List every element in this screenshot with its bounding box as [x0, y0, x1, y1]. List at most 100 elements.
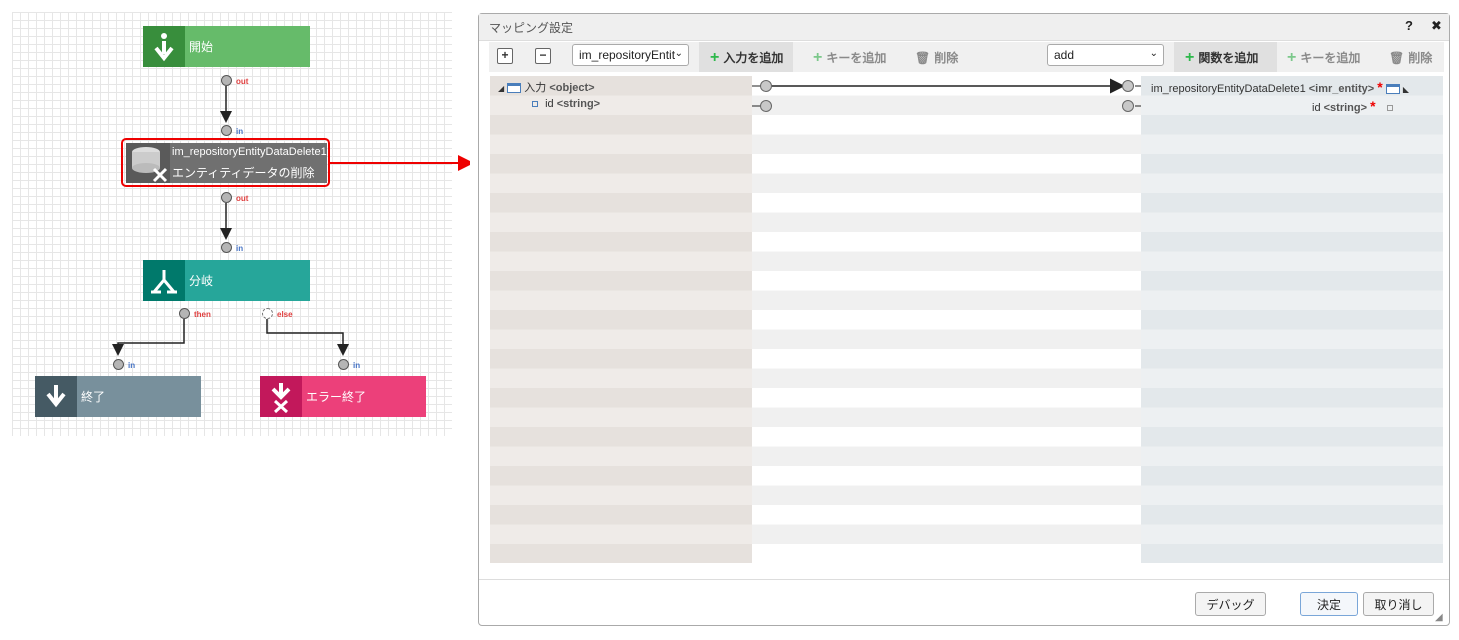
delete-in-port[interactable] — [221, 125, 232, 136]
delete-out-label: out — [236, 194, 249, 203]
chevron-down-icon: ⌄ — [1149, 48, 1158, 59]
output-tree-row-id[interactable]: id <string> * — [1312, 98, 1393, 114]
input-id-type: <string> — [556, 98, 601, 110]
ok-button[interactable]: 決定 — [1300, 592, 1358, 616]
dialog-titlebar[interactable]: マッピング設定 ? ✖ — [479, 14, 1449, 41]
chevron-down-icon: ⌄ — [674, 48, 683, 59]
resize-grip-icon[interactable]: ◢ — [1435, 612, 1443, 623]
required-mark: * — [1370, 98, 1376, 114]
start-out-label: out — [236, 77, 249, 86]
branch-in-label: in — [236, 244, 244, 253]
branch-else-port[interactable] — [262, 308, 273, 319]
plus-icon: + — [1185, 48, 1195, 66]
object-icon — [507, 83, 522, 94]
output-root-name: im_repositoryEntityDataDelete1 — [1151, 83, 1306, 95]
cancel-button[interactable]: 取り消し — [1363, 592, 1434, 616]
help-button[interactable]: ? — [1405, 18, 1413, 33]
debug-button[interactable]: デバッグ — [1195, 592, 1266, 616]
input-root-name: 入力 — [524, 82, 547, 94]
then-label: then — [194, 310, 211, 319]
end-node[interactable]: 終了 — [35, 376, 201, 417]
error-end-label: エラー終了 — [306, 390, 367, 404]
close-button[interactable]: ✖ — [1431, 18, 1442, 34]
output-id-name: id — [1312, 102, 1321, 114]
error-in-port[interactable] — [338, 359, 349, 370]
end-in-port[interactable] — [113, 359, 124, 370]
plus-icon: + — [1287, 48, 1297, 66]
start-out-port[interactable] — [221, 75, 232, 86]
output-root-type: <imr_entity> — [1308, 83, 1375, 95]
input-root-type: <object> — [549, 82, 595, 94]
input-tree-row-id[interactable]: id <string> — [532, 98, 600, 110]
branch-in-port[interactable] — [221, 242, 232, 253]
trash-icon: 🗑 — [1389, 50, 1405, 65]
mapping-dialog: マッピング設定 ? ✖ + − im_repositoryEntit ⌄ + 入… — [478, 13, 1450, 626]
input-tree-row-root[interactable]: ◢ 入力 <object> — [498, 79, 595, 95]
add-function-label: 関数を追加 — [1198, 51, 1259, 65]
add-key-right-button[interactable]: + キーを追加 — [1287, 49, 1360, 66]
plus-icon: + — [813, 48, 823, 66]
error-end-node[interactable]: エラー終了 — [260, 376, 426, 417]
delete-node[interactable]: im_repositoryEntityDataDelete1 エンティティデータ… — [126, 143, 327, 183]
output-id-type: <string> — [1323, 102, 1368, 114]
input-select-value: im_repositoryEntit — [579, 48, 676, 62]
mapping-grid: ◢ 入力 <object> id <string> im_repositoryE… — [490, 76, 1443, 563]
delete-left-label: 削除 — [934, 51, 959, 65]
end-label: 終了 — [81, 390, 106, 404]
trash-icon: 🗑 — [915, 50, 931, 65]
collapse-all-button[interactable]: − — [535, 48, 551, 64]
string-icon — [532, 101, 538, 108]
object-icon — [1385, 84, 1400, 95]
branch-label: 分岐 — [189, 274, 214, 288]
input-select[interactable]: im_repositoryEntit ⌄ — [572, 44, 689, 66]
add-key-left-button[interactable]: + キーを追加 — [813, 49, 886, 66]
tree-expand-icon[interactable]: ◢ — [498, 84, 504, 93]
branch-node[interactable]: 分岐 — [143, 260, 310, 301]
add-input-button[interactable]: + 入力を追加 — [710, 49, 783, 66]
delete-node-title: im_repositoryEntityDataDelete1 — [172, 146, 327, 158]
database-delete-icon — [126, 143, 170, 183]
start-node[interactable]: 開始 — [143, 26, 310, 67]
delete-in-label: in — [236, 127, 244, 136]
start-icon — [143, 26, 185, 67]
delete-left-button[interactable]: 🗑 削除 — [915, 49, 958, 66]
delete-right-button[interactable]: 🗑 削除 — [1389, 49, 1432, 66]
expand-all-button[interactable]: + — [497, 48, 513, 64]
else-label: else — [277, 310, 293, 319]
add-key-right-label: キーを追加 — [1300, 51, 1361, 65]
start-label: 開始 — [189, 40, 214, 54]
plus-icon: + — [710, 48, 720, 66]
input-id-name: id — [545, 98, 554, 110]
add-function-button[interactable]: + 関数を追加 — [1185, 49, 1258, 66]
delete-out-port[interactable] — [221, 192, 232, 203]
output-tree-row-root[interactable]: im_repositoryEntityDataDelete1 <imr_enti… — [1151, 79, 1409, 95]
string-icon — [1386, 105, 1393, 112]
dialog-footer: デバッグ 決定 取り消し ◢ — [479, 579, 1449, 625]
end-in-label: in — [128, 361, 136, 370]
output-id-port[interactable] — [1122, 100, 1134, 112]
input-tree-panel — [490, 76, 752, 563]
error-end-icon — [260, 376, 302, 417]
input-root-port[interactable] — [760, 80, 772, 92]
branch-then-port[interactable] — [179, 308, 190, 319]
mapping-line-svg — [752, 78, 1141, 107]
end-icon — [35, 376, 77, 417]
error-in-label: in — [353, 361, 361, 370]
dialog-title: マッピング設定 — [489, 21, 574, 35]
connector-else-error — [266, 319, 349, 356]
branch-icon — [143, 260, 185, 301]
input-id-port[interactable] — [760, 100, 772, 112]
required-mark: * — [1377, 79, 1383, 95]
tree-collapse-icon[interactable]: ◣ — [1403, 85, 1409, 94]
output-tree-panel — [1141, 76, 1443, 563]
output-root-port[interactable] — [1122, 80, 1134, 92]
function-select[interactable]: add ⌄ — [1047, 44, 1164, 66]
delete-right-label: 削除 — [1408, 51, 1433, 65]
connector-then-end — [112, 319, 185, 356]
delete-node-subtitle: エンティティデータの削除 — [172, 166, 315, 180]
add-input-label: 入力を追加 — [723, 51, 784, 65]
mapping-toolbar: + − im_repositoryEntit ⌄ + 入力を追加 + キーを追加… — [489, 42, 1444, 72]
add-key-left-label: キーを追加 — [826, 51, 887, 65]
function-select-value: add — [1054, 48, 1075, 62]
mapping-lines-panel[interactable] — [752, 76, 1141, 563]
